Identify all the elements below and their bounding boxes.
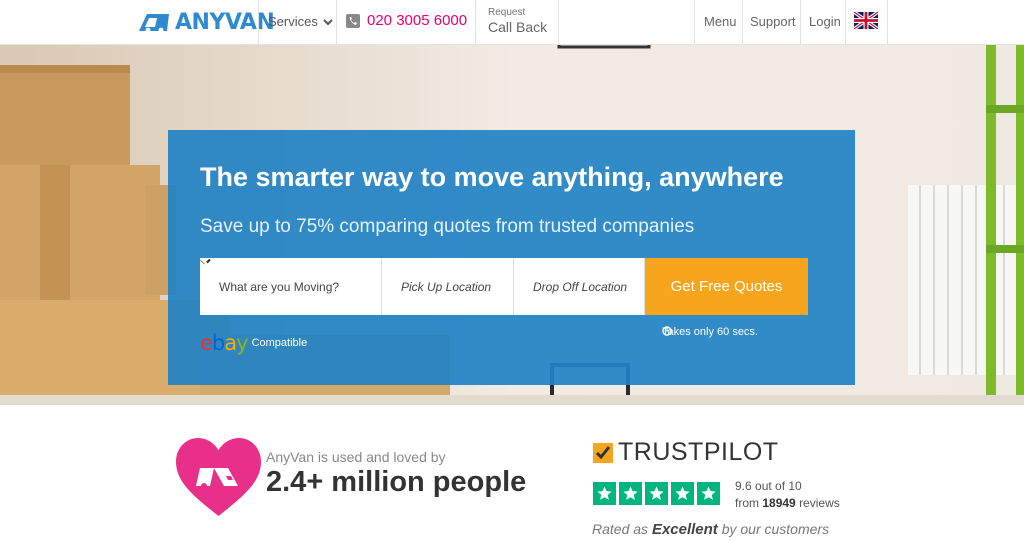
reviews-suffix: reviews <box>799 496 840 510</box>
cta-label: Get Free Quotes <box>670 278 783 295</box>
callback-big-label: Call Back <box>488 19 548 35</box>
request-callback-button[interactable]: Request Call Back <box>488 7 548 35</box>
reviews-line: from 18949 reviews <box>735 495 840 512</box>
customer-count: 2.4+ million people <box>266 466 527 498</box>
header-divider <box>887 0 888 45</box>
ebay-compatible-label: Compatible <box>251 337 308 349</box>
what-moving-label: What are you Moving? <box>219 279 340 294</box>
phone-icon <box>346 13 360 28</box>
get-free-quotes-button[interactable]: Get Free Quotes <box>200 258 808 315</box>
header-divider <box>694 0 695 45</box>
menu-link[interactable]: Menu <box>704 14 737 29</box>
header-divider <box>558 0 559 45</box>
rated-word: Excellent <box>651 521 718 538</box>
loved-by-label: AnyVan is used and loved by <box>266 449 446 465</box>
uk-flag-icon[interactable] <box>854 12 878 29</box>
header-divider <box>800 0 801 45</box>
trustpilot-score: 9.6 out of 10 from 18949 reviews <box>735 478 840 512</box>
star-icon <box>619 482 642 505</box>
hero-headline: The smarter way to move anything, anywhe… <box>200 162 784 192</box>
login-link[interactable]: Login <box>809 14 841 29</box>
hero-subheadline: Save up to 75% comparing quotes from tru… <box>200 216 695 237</box>
hero-section: The smarter way to move anything, anywhe… <box>0 45 1024 405</box>
header-divider <box>475 0 476 45</box>
star-icon <box>645 482 668 505</box>
trustpilot-brand: TRUSTPILOT <box>618 438 779 466</box>
score-value: 9.6 out of 10 <box>735 479 802 493</box>
star-icon <box>593 482 616 505</box>
phone-number: 020 3005 6000 <box>367 12 468 29</box>
reviews-prefix: from <box>735 496 759 510</box>
header-divider <box>742 0 743 45</box>
trustpilot-check-icon <box>593 442 613 463</box>
quote-form: What are you Moving? Pick Up Location Dr… <box>200 258 808 315</box>
van-logo-icon <box>139 14 169 33</box>
chevron-right-icon <box>200 258 208 270</box>
ebay-compatible-badge[interactable]: ebay Compatible <box>200 331 307 355</box>
takes-time-note: Takes only 60 secs. <box>662 326 758 338</box>
rated-prefix: Rated as <box>592 521 649 537</box>
logo-text: ANYVAN <box>175 9 275 35</box>
star-icon <box>697 482 720 505</box>
header-divider <box>845 0 846 45</box>
callback-small-label: Request <box>488 7 526 18</box>
heart-van-icon <box>176 438 261 516</box>
services-menu[interactable]: Services <box>268 14 333 29</box>
dropoff-location-input[interactable]: Drop Off Location <box>514 258 645 315</box>
takes-time-label: Takes only 60 secs. <box>662 326 758 338</box>
header-divider <box>336 0 337 45</box>
phone-link[interactable]: 020 3005 6000 <box>346 12 467 29</box>
pickup-placeholder: Pick Up Location <box>401 279 492 294</box>
what-moving-select[interactable]: What are you Moving? <box>200 258 382 315</box>
trustpilot-header[interactable]: TRUSTPILOT <box>593 438 779 467</box>
rated-suffix: by our customers <box>721 521 830 537</box>
header-divider <box>258 0 259 45</box>
dropoff-placeholder: Drop Off Location <box>533 279 628 294</box>
site-header: ANYVAN Services 020 3005 6000 Request Ca… <box>0 0 1024 45</box>
quote-card: The smarter way to move anything, anywhe… <box>168 130 855 385</box>
pickup-location-input[interactable]: Pick Up Location <box>382 258 514 315</box>
clock-icon <box>662 326 672 336</box>
support-link[interactable]: Support <box>750 14 796 29</box>
services-label: Services <box>268 14 318 29</box>
chevron-down-icon <box>323 18 333 25</box>
reviews-count: 18949 <box>762 496 796 510</box>
anyvan-logo[interactable]: ANYVAN <box>137 9 275 35</box>
trustpilot-stars <box>593 482 720 505</box>
star-icon <box>671 482 694 505</box>
rating-summary: Rated as Excellent by our customers <box>592 521 829 538</box>
ebay-logo: ebay <box>200 331 249 355</box>
